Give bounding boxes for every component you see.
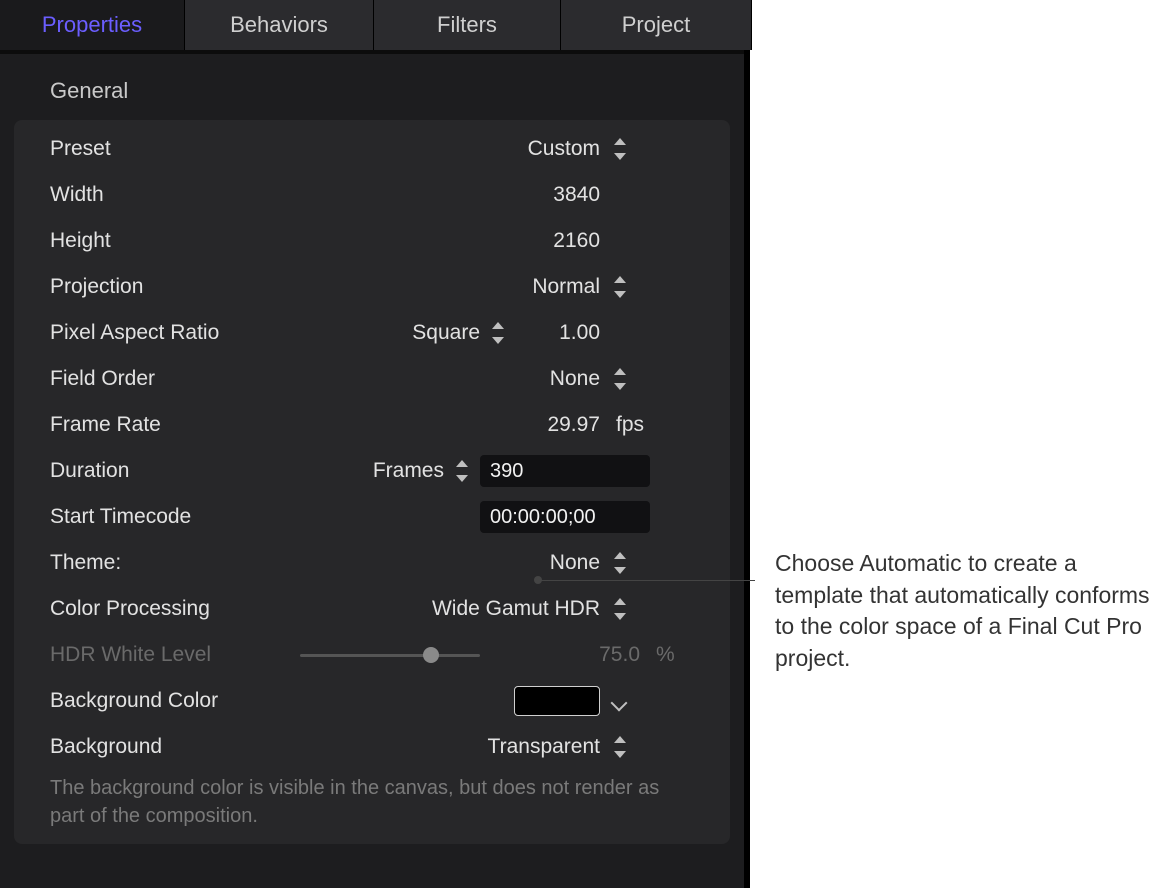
background-color-swatch[interactable]: [514, 686, 600, 716]
hdr-white-level-unit: %: [650, 643, 696, 667]
frame-rate-unit: fps: [610, 413, 696, 437]
duration-input[interactable]: 390: [480, 455, 650, 487]
frame-rate-value[interactable]: 29.97: [510, 413, 600, 437]
background-color-label: Background Color: [50, 689, 300, 713]
hdr-white-level-slider: [300, 645, 480, 665]
row-background: Background Transparent: [14, 724, 730, 770]
row-color-processing: Color Processing Wide Gamut HDR: [14, 586, 730, 632]
start-timecode-label: Start Timecode: [50, 505, 300, 529]
row-projection: Projection Normal: [14, 264, 730, 310]
callout-text: Choose Automatic to create a template th…: [775, 548, 1155, 675]
updown-icon[interactable]: [612, 736, 628, 758]
par-label: Pixel Aspect Ratio: [50, 321, 300, 345]
row-width: Width 3840: [14, 172, 730, 218]
theme-value[interactable]: None: [480, 551, 600, 575]
frame-rate-label: Frame Rate: [50, 413, 300, 437]
tab-filters[interactable]: Filters: [374, 0, 561, 50]
preset-value[interactable]: Custom: [480, 137, 600, 161]
updown-icon[interactable]: [612, 598, 628, 620]
theme-label: Theme:: [50, 551, 300, 575]
row-start-timecode: Start Timecode 00:00:00;00: [14, 494, 730, 540]
row-frame-rate: Frame Rate 29.97 fps: [14, 402, 730, 448]
field-order-label: Field Order: [50, 367, 300, 391]
row-duration: Duration Frames 390: [14, 448, 730, 494]
background-help-text: The background color is visible in the c…: [14, 770, 730, 830]
height-value[interactable]: 2160: [480, 229, 600, 253]
width-label: Width: [50, 183, 300, 207]
projection-value[interactable]: Normal: [480, 275, 600, 299]
updown-icon[interactable]: [612, 368, 628, 390]
inspector-tabs: Properties Behaviors Filters Project: [0, 0, 744, 54]
row-pixel-aspect-ratio: Pixel Aspect Ratio Square 1.00: [14, 310, 730, 356]
color-processing-label: Color Processing: [50, 597, 300, 621]
start-timecode-input[interactable]: 00:00:00;00: [480, 501, 650, 533]
color-processing-value[interactable]: Wide Gamut HDR: [380, 597, 600, 621]
background-value[interactable]: Transparent: [440, 735, 600, 759]
updown-icon[interactable]: [612, 276, 628, 298]
chevron-down-icon[interactable]: [613, 694, 627, 708]
general-properties-card: Preset Custom Width 3840 Height 2160: [14, 120, 730, 844]
field-order-value[interactable]: None: [480, 367, 600, 391]
projection-label: Projection: [50, 275, 300, 299]
duration-unit-select[interactable]: Frames: [373, 459, 444, 483]
duration-label: Duration: [50, 459, 300, 483]
row-field-order: Field Order None: [14, 356, 730, 402]
row-height: Height 2160: [14, 218, 730, 264]
updown-icon[interactable]: [612, 552, 628, 574]
row-hdr-white-level: HDR White Level 75.0 %: [14, 632, 730, 678]
updown-icon[interactable]: [454, 460, 470, 482]
par-value[interactable]: Square: [412, 321, 480, 345]
callout-leader-line: [537, 580, 755, 581]
updown-icon[interactable]: [490, 322, 506, 344]
background-label: Background: [50, 735, 300, 759]
tab-properties[interactable]: Properties: [0, 0, 185, 50]
height-label: Height: [50, 229, 300, 253]
hdr-white-level-label: HDR White Level: [50, 643, 300, 667]
section-general[interactable]: General: [0, 54, 744, 120]
hdr-white-level-value: 75.0: [570, 643, 640, 667]
row-preset: Preset Custom: [14, 126, 730, 172]
row-background-color: Background Color: [14, 678, 730, 724]
inspector-panel: Properties Behaviors Filters Project Gen…: [0, 0, 750, 888]
tab-behaviors[interactable]: Behaviors: [185, 0, 374, 50]
updown-icon[interactable]: [612, 138, 628, 160]
par-number[interactable]: 1.00: [520, 321, 600, 345]
tab-project[interactable]: Project: [561, 0, 752, 50]
preset-label: Preset: [50, 137, 300, 161]
width-value[interactable]: 3840: [480, 183, 600, 207]
